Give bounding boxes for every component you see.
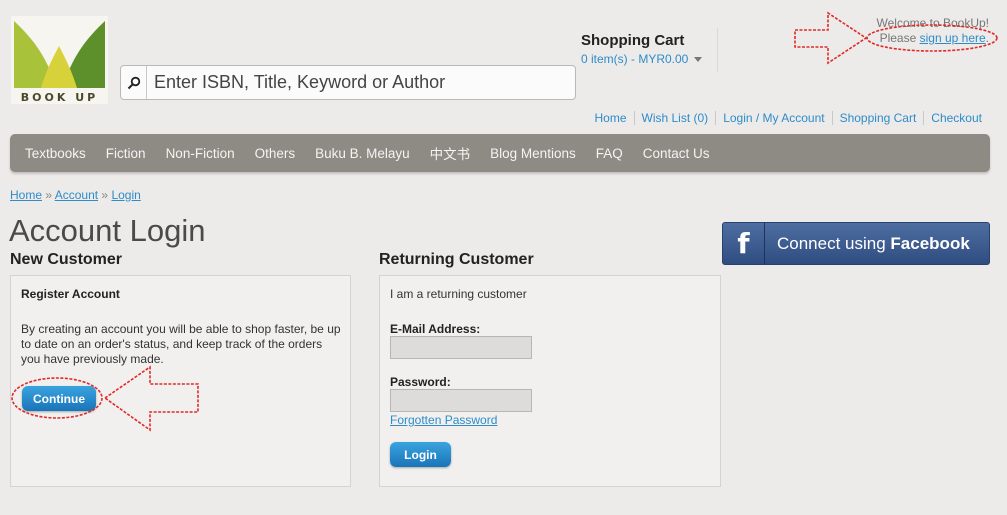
nav-item-fiction[interactable]: Fiction [96, 146, 156, 161]
login-button[interactable]: Login [390, 442, 451, 467]
annotation-arrow-signup [794, 11, 868, 65]
top-link-home[interactable]: Home [587, 111, 633, 125]
new-customer-panel: Register Account By creating an account … [10, 275, 351, 487]
nav-item-contact[interactable]: Contact Us [633, 146, 720, 161]
email-label: E-Mail Address: [390, 322, 481, 336]
search-box [120, 65, 576, 100]
bookup-logo[interactable]: BOOK UP [11, 16, 108, 104]
page-title: Account Login [9, 213, 206, 248]
welcome-suffix: . [985, 31, 989, 45]
breadcrumb-separator: » [45, 188, 53, 202]
nav-item-non-fiction[interactable]: Non-Fiction [156, 146, 245, 161]
facebook-connect-button[interactable]: f Connect using Facebook [722, 222, 990, 265]
returning-customer-heading: Returning Customer [379, 251, 534, 268]
register-account-heading: Register Account [21, 287, 120, 301]
nav-item-faq[interactable]: FAQ [586, 146, 633, 161]
top-link-checkout[interactable]: Checkout [923, 111, 989, 125]
nav-item-malay-books[interactable]: Buku B. Melayu [305, 146, 420, 161]
breadcrumb-account[interactable]: Account [55, 188, 98, 202]
facebook-brand: Facebook [890, 233, 970, 253]
forgot-password-link[interactable]: Forgotten Password [390, 413, 497, 427]
top-link-wishlist[interactable]: Wish List (0) [633, 111, 716, 125]
nav-item-blog-mentions[interactable]: Blog Mentions [480, 146, 586, 161]
facebook-connect-label: Connect using Facebook [765, 234, 970, 254]
cart-summary-text: 0 item(s) - MYR0.00 [581, 52, 689, 66]
password-field[interactable] [390, 389, 532, 412]
search-icon[interactable] [121, 66, 147, 99]
register-description: By creating an account you will be able … [21, 322, 341, 366]
cart-widget[interactable]: Shopping Cart 0 item(s) - MYR0.00 [581, 32, 703, 66]
breadcrumb: Home » Account » Login [10, 188, 141, 202]
breadcrumb-home[interactable]: Home [10, 188, 42, 202]
cart-title: Shopping Cart [581, 32, 685, 49]
welcome-box: Welcome to BookUp! Please sign up here. [877, 16, 990, 46]
password-label: Password: [390, 375, 451, 389]
returning-customer-panel: I am a returning customer E-Mail Address… [379, 275, 721, 487]
continue-button[interactable]: Continue [22, 386, 96, 411]
nav-item-textbooks[interactable]: Textbooks [15, 146, 96, 161]
top-link-cart[interactable]: Shopping Cart [831, 111, 924, 125]
main-nav: Textbooks Fiction Non-Fiction Others Buk… [10, 134, 990, 172]
facebook-icon: f [723, 223, 765, 264]
chevron-down-icon[interactable] [694, 56, 703, 62]
top-links: Home Wish List (0) Login / My Account Sh… [587, 111, 989, 125]
signup-link[interactable]: sign up here [920, 31, 986, 45]
welcome-text: Welcome to BookUp! [876, 16, 990, 30]
nav-item-chinese-books[interactable]: 中文书 [420, 143, 481, 163]
breadcrumb-login[interactable]: Login [111, 188, 140, 202]
breadcrumb-separator: » [101, 188, 109, 202]
welcome-prefix: Please [879, 31, 917, 45]
logo-text: BOOK UP [20, 91, 99, 104]
returning-intro: I am a returning customer [390, 287, 527, 301]
nav-item-others[interactable]: Others [245, 146, 306, 161]
search-input[interactable] [147, 72, 567, 93]
header-divider [717, 28, 718, 72]
cart-summary[interactable]: 0 item(s) - MYR0.00 [581, 52, 703, 66]
facebook-prefix: Connect using [777, 233, 886, 253]
new-customer-heading: New Customer [10, 251, 123, 268]
top-link-login[interactable]: Login / My Account [715, 111, 831, 125]
email-field[interactable] [390, 336, 532, 359]
